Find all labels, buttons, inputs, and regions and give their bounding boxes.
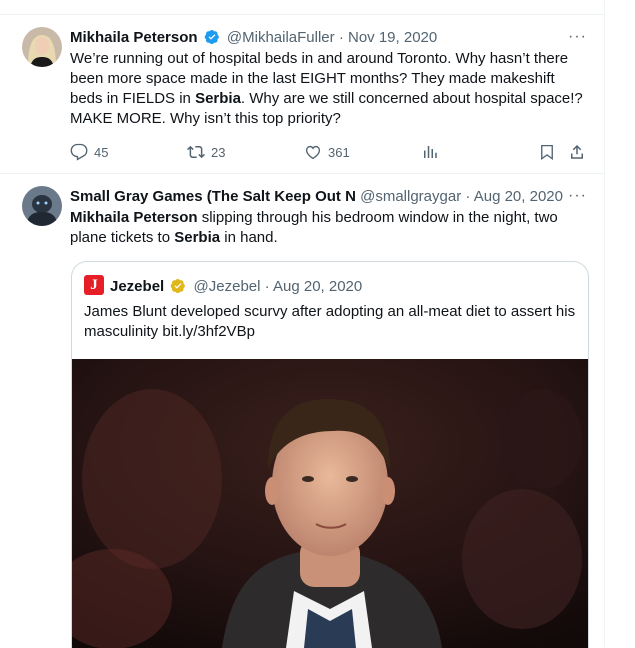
bookmark-button[interactable] [538, 141, 562, 163]
separator-dot: · [338, 29, 344, 46]
separator-dot: · [264, 278, 270, 295]
views-button[interactable] [421, 141, 445, 163]
more-options-button[interactable]: ··· [568, 187, 587, 205]
share-icon [571, 144, 583, 159]
tweet-date[interactable]: Nov 19, 2020 [348, 29, 437, 46]
hashtag-serbia: Serbia [174, 229, 221, 246]
quoted-tweet-date: Aug 20, 2020 [273, 278, 363, 295]
like-count: 361 [328, 144, 350, 160]
top-more-button[interactable]: ··· [565, 0, 586, 9]
timeline-column: ··· Mikhaila Peterson @MikhailaFuller · … [0, 0, 605, 648]
separator-dot: · [465, 188, 471, 205]
reply-button[interactable]: 45 [70, 141, 108, 163]
reply-icon [70, 143, 88, 161]
divider [0, 14, 604, 15]
tweet-text: We’re running out of hospital beds in an… [70, 49, 590, 129]
bookmark-icon [541, 144, 553, 161]
tweet-header: Small Gray Games (The Salt Keep Out N @s… [70, 187, 563, 207]
reply-count: 45 [94, 144, 109, 160]
verified-badge-icon [204, 29, 219, 45]
jezebel-logo: J [84, 275, 104, 295]
quoted-tweet-photo[interactable] [72, 359, 588, 648]
hashtag-serbia: Serbia [195, 90, 241, 107]
quoted-author-handle: @Jezebel [193, 278, 261, 295]
quoted-tweet-header: J Jezebel @Jezebel · Aug 20, 2020 [84, 275, 362, 297]
avatar[interactable] [22, 27, 62, 67]
retweet-count: 23 [211, 144, 226, 160]
like-icon [305, 145, 321, 160]
share-button[interactable] [568, 141, 592, 163]
logo-letter: J [90, 277, 98, 293]
tweet-actions: 45 23 361 [70, 141, 592, 163]
more-options-button[interactable]: ··· [568, 28, 587, 46]
avatar[interactable] [22, 186, 62, 226]
author-name[interactable]: Small Gray Games (The Salt Keep Out N [70, 188, 356, 205]
top-edge: ··· [0, 0, 604, 9]
mention-name: Mikhaila Peterson [70, 209, 198, 226]
quoted-tweet[interactable]: J Jezebel @Jezebel · Aug 20, 2020 James B… [71, 261, 589, 648]
tweet-text: Mikhaila Peterson slipping through his b… [70, 208, 590, 248]
quoted-tweet-text: James Blunt developed scurvy after adopt… [84, 303, 576, 340]
like-button[interactable]: 361 [304, 141, 350, 163]
divider [0, 173, 604, 174]
retweet-icon [187, 145, 205, 159]
quoted-author-name: Jezebel [110, 278, 165, 295]
views-icon [424, 146, 437, 158]
author-handle[interactable]: @MikhailaFuller [227, 29, 335, 46]
verified-badge-icon [171, 278, 186, 294]
tweet-text-part: in hand. [220, 229, 278, 246]
author-handle[interactable]: @smallgraygar [360, 188, 461, 205]
tweet-date[interactable]: Aug 20, 2020 [474, 188, 563, 205]
retweet-button[interactable]: 23 [187, 141, 225, 163]
author-name[interactable]: Mikhaila Peterson [70, 29, 198, 46]
tweet-header: Mikhaila Peterson @MikhailaFuller · Nov … [70, 28, 437, 48]
